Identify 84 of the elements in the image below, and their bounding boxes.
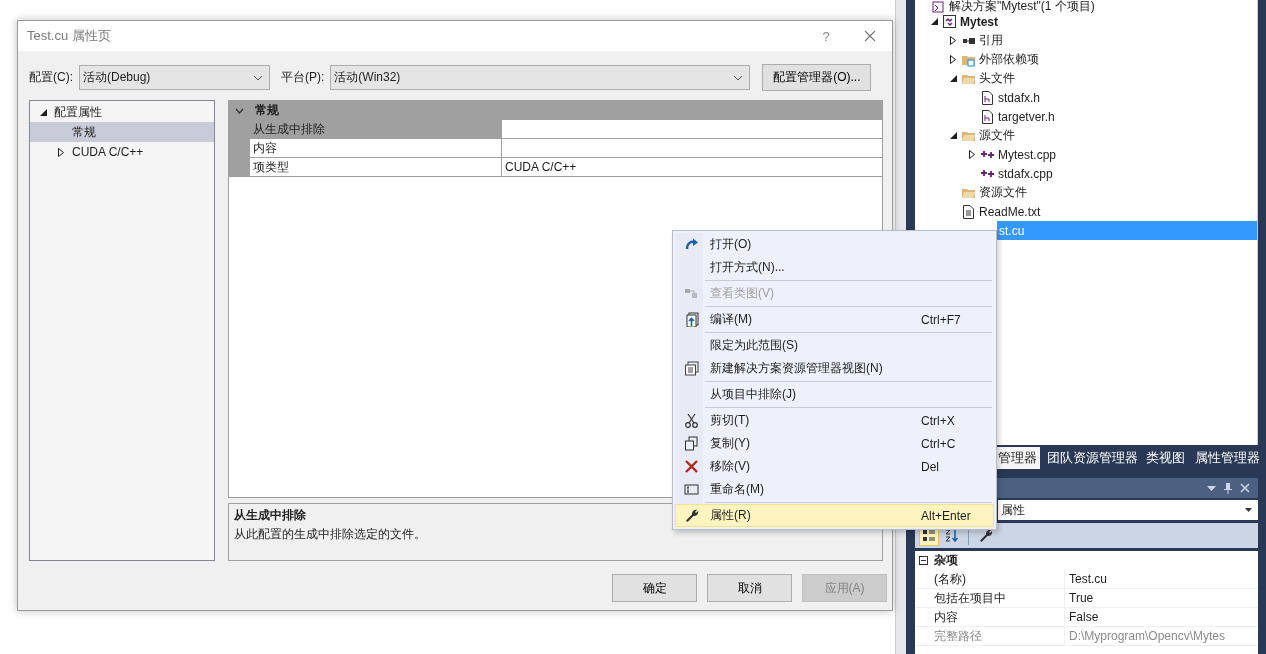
category-header[interactable]: 杂项 <box>915 551 1258 570</box>
menu-item[interactable]: 重命名(M) <box>675 478 994 501</box>
delete-cross-icon <box>683 459 699 474</box>
tree-item[interactable]: 引用 <box>915 31 1257 50</box>
tree-item[interactable]: 资源文件 <box>915 183 1257 202</box>
menu-item[interactable]: 复制(Y) Ctrl+C <box>675 432 994 455</box>
dialog-button[interactable]: 取消 <box>707 574 792 602</box>
redo-arrow-icon <box>683 237 699 252</box>
configuration-dropdown[interactable]: 活动(Debug) <box>79 65 270 90</box>
tree-item[interactable]: 外部依赖项 <box>915 50 1257 69</box>
compile-icon <box>683 312 699 327</box>
menu-item[interactable]: 属性(R) Alt+Enter <box>675 504 994 527</box>
window-title: Test.cu 属性页 <box>27 27 112 45</box>
window-icon <box>683 361 699 376</box>
menu-item[interactable]: 剪切(T) Ctrl+X <box>675 409 994 432</box>
document-icon <box>980 90 995 105</box>
menu-item[interactable]: 打开(O) <box>675 233 994 256</box>
property-value[interactable]: D:\Myprogram\Opencv\Mytes <box>1065 627 1258 646</box>
description-text: 从此配置的生成中排除选定的文件。 <box>234 526 426 543</box>
panel-tab[interactable]: 类视图 <box>1142 447 1188 469</box>
panel-tab[interactable]: 团队资源管理器 <box>1042 447 1140 469</box>
platform-dropdown[interactable]: 活动(Win32) <box>330 65 751 90</box>
wrench-icon <box>978 528 992 543</box>
tree-item[interactable]: ReadMe.txt <box>915 202 1257 221</box>
configuration-manager-button[interactable]: 配置管理器(O)... <box>762 64 872 91</box>
dialog-button[interactable]: 确定 <box>612 574 697 602</box>
property-name[interactable]: 完整路径 <box>915 627 1065 646</box>
project-icon <box>942 14 957 29</box>
property-value[interactable]: False <box>1065 608 1258 627</box>
property-name[interactable]: 内容 <box>250 139 502 158</box>
tree-item[interactable]: 源文件 <box>915 126 1257 145</box>
tree-item[interactable]: targetver.h <box>915 107 1257 126</box>
property-name[interactable]: (名称) <box>915 570 1065 589</box>
panel-tab[interactable]: 属性管理器 <box>1191 447 1263 469</box>
property-name[interactable]: 内容 <box>915 608 1065 627</box>
tree-item[interactable]: 头文件 <box>915 69 1257 88</box>
shortcut-label: Ctrl+C <box>921 436 957 451</box>
object-dropdown[interactable]: 属性 <box>998 500 1258 520</box>
tree-item[interactable]: stdafx.h <box>915 88 1257 107</box>
tree-item[interactable]: 常规 <box>30 122 214 142</box>
field-label: 平台(P): <box>281 69 325 86</box>
tree-item[interactable]: Mytest <box>915 12 1257 31</box>
property-value[interactable]: Test.cu <box>1065 570 1258 589</box>
copy-icon <box>683 436 699 451</box>
tree-item[interactable]: 配置属性 <box>30 102 214 122</box>
pin-icon <box>1224 482 1232 494</box>
close-icon <box>1240 483 1250 493</box>
tree-item[interactable]: stdafx.cpp <box>915 164 1257 183</box>
categorized-icon <box>922 528 936 543</box>
menu-item[interactable]: 编译(M) Ctrl+F7 <box>675 308 994 331</box>
shortcut-label: Ctrl+X <box>921 413 956 428</box>
menu-item[interactable]: 打开方式(N)... <box>675 256 994 279</box>
class-diagram-icon <box>683 286 699 301</box>
tree-item[interactable]: CUDA C/C++ <box>30 142 214 162</box>
description-title: 从生成中排除 <box>234 507 306 524</box>
property-value[interactable]: CUDA C/C++ <box>502 158 882 177</box>
dropdown-arrow-icon <box>1245 508 1252 512</box>
document-icon <box>980 109 995 124</box>
panel-tab[interactable]: 管理器 <box>997 447 1040 469</box>
shortcut-label: Ctrl+F7 <box>921 312 962 327</box>
tree-item[interactable]: Mytest.cpp <box>915 145 1257 164</box>
sort-ascending-icon <box>945 528 959 543</box>
menu-item[interactable]: 新建解决方案资源管理器视图(N) <box>675 357 994 380</box>
shortcut-label: Del <box>921 459 940 474</box>
help-button[interactable]: ? <box>816 28 836 44</box>
menu-item[interactable]: 从项目中排除(J) <box>675 383 994 406</box>
rename-icon <box>683 482 699 497</box>
property-name[interactable]: 从生成中排除 <box>250 120 502 139</box>
dropdown-arrow-icon <box>1207 485 1216 491</box>
wrench-icon <box>683 508 699 523</box>
scissors-icon <box>683 413 699 428</box>
tree-item[interactable]: 解决方案"Mytest"(1 个项目) <box>915 0 1257 12</box>
field-label: 配置(C): <box>29 69 73 86</box>
property-name[interactable]: 包括在项目中 <box>915 589 1065 608</box>
close-icon <box>864 30 876 42</box>
property-value[interactable]: True <box>1065 589 1258 608</box>
document-icon <box>961 204 976 219</box>
chevron-down-icon <box>253 74 263 81</box>
chevron-down-icon <box>733 74 744 81</box>
solution-icon <box>931 0 946 14</box>
property-name[interactable]: 项类型 <box>250 158 502 177</box>
shortcut-label: Alt+Enter <box>921 508 972 523</box>
menu-item[interactable]: 移除(V) Del <box>675 455 994 478</box>
menu-item[interactable]: 限定为此范围(S) <box>675 334 994 357</box>
